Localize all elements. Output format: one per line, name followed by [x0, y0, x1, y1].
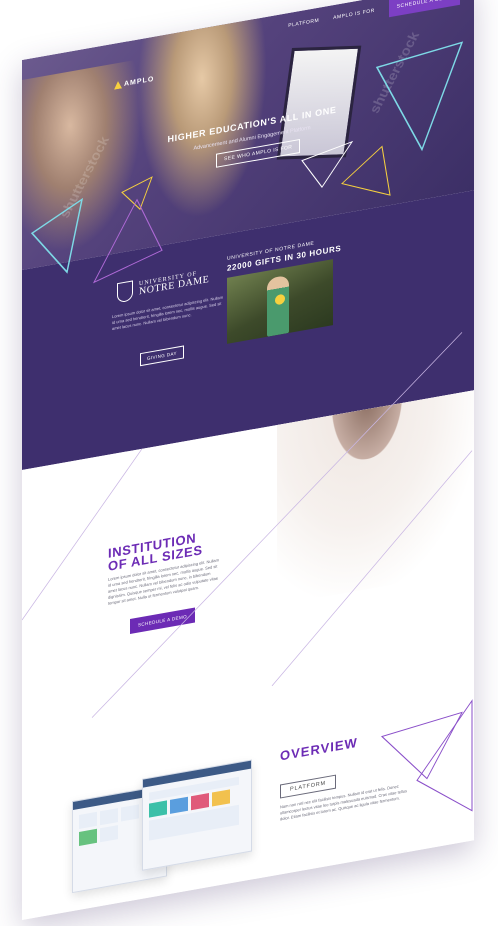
institution-photo-woman — [277, 390, 474, 606]
video-player[interactable] — [227, 259, 333, 344]
university-seal-icon — [117, 280, 133, 304]
overview-title: OVERVIEW — [280, 734, 358, 764]
amplo-logo-mark-icon — [114, 80, 122, 89]
platform-tab[interactable]: PLATFORM — [280, 774, 336, 799]
hero-photo-man — [22, 58, 142, 261]
webpage-mockup: shutterstock shutterstock PLATFORM AMPLO… — [22, 0, 474, 920]
notre-dame-logo: UNIVERSITY OF NOTRE DAME — [117, 267, 209, 304]
video-thumbnail-person — [267, 274, 289, 337]
nav-link-amplo-is-for[interactable]: AMPLO IS FOR — [333, 8, 375, 21]
giving-day-button[interactable]: GIVING DAY — [140, 345, 184, 367]
screenshot-stage: shutterstock shutterstock PLATFORM AMPLO… — [0, 0, 498, 926]
watermark-text: shutterstock — [366, 29, 422, 116]
schedule-demo-nav-button[interactable]: SCHEDULE A DEMO — [388, 0, 460, 18]
schedule-demo-button[interactable]: SCHEDULE A DEMO — [130, 607, 196, 634]
dashboard-mockup-front — [142, 759, 252, 871]
nav-link-platform[interactable]: PLATFORM — [288, 18, 319, 29]
